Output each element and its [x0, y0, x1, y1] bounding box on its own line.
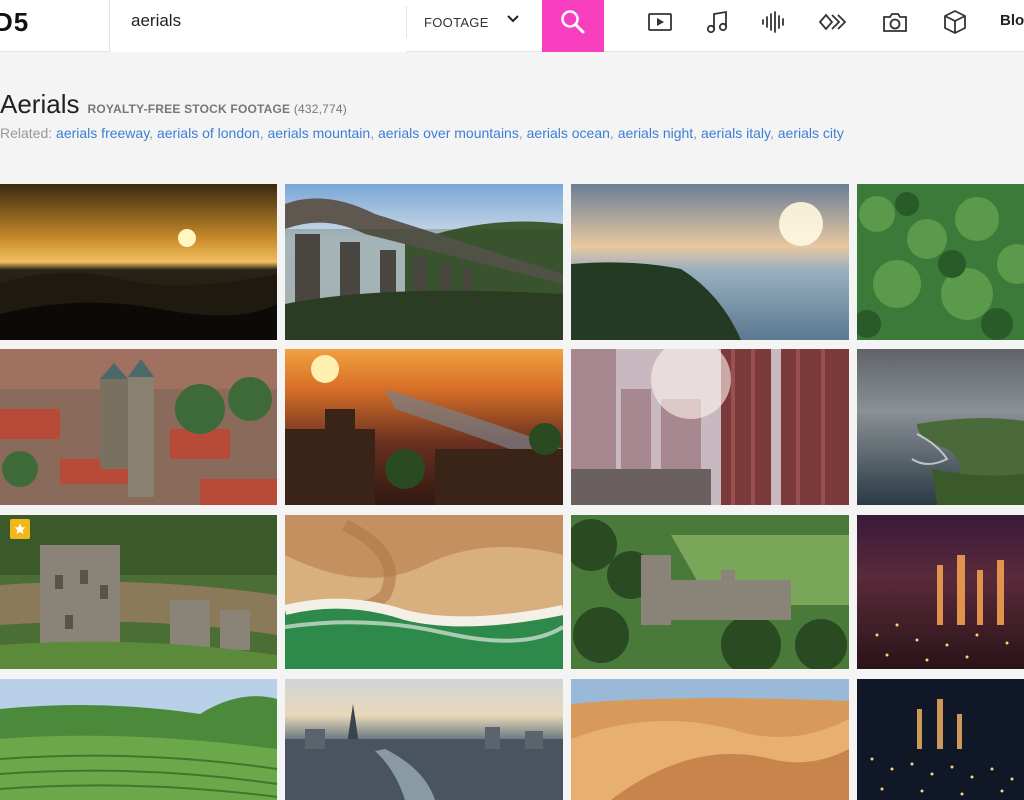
thumbnail-sunset-coast[interactable] [0, 184, 277, 340]
related-searches: Related: aerials freeway, aerials of lon… [0, 125, 844, 141]
video-icon[interactable] [645, 8, 675, 36]
thumbnail-forest[interactable] [857, 184, 1024, 340]
results-heading: Aerials ROYALTY-FREE STOCK FOOTAGE (432,… [0, 89, 347, 120]
thumbnail-castle-ruins[interactable] [0, 515, 277, 669]
related-label: Related: [0, 125, 53, 141]
related-link-4[interactable]: aerials ocean [527, 125, 610, 141]
media-type-dropdown[interactable]: FOOTAGE [407, 0, 542, 44]
related-link-7[interactable]: aerials city [778, 125, 844, 141]
related-link-2[interactable]: aerials mountain [267, 125, 370, 141]
result-count: (432,774) [293, 102, 347, 116]
thumbnail-skyscrapers[interactable] [571, 349, 849, 505]
3d-model-icon[interactable] [940, 8, 970, 36]
thumbnail-beach-waves[interactable] [285, 515, 563, 669]
site-logo[interactable]: D5 [0, 0, 110, 52]
related-link-0[interactable]: aerials freeway [56, 125, 149, 141]
chevron-down-icon [507, 15, 519, 23]
related-link-6[interactable]: aerials italy [701, 125, 770, 141]
star-icon [14, 523, 26, 534]
thumbnail-night-city[interactable] [857, 515, 1024, 669]
thumbnail-london-skyline[interactable] [285, 679, 563, 800]
thumbnail-terraced-hills[interactable] [0, 679, 277, 800]
thumbnail-sea-cliffs[interactable] [571, 184, 849, 340]
related-link-3[interactable]: aerials over mountains [378, 125, 519, 141]
thumbnail-old-town[interactable] [0, 349, 277, 505]
media-type-label: FOOTAGE [424, 14, 489, 30]
premium-badge [10, 519, 30, 539]
motion-graphics-icon[interactable] [818, 8, 848, 36]
search-icon [561, 10, 585, 34]
page-title: Aerials [0, 89, 80, 119]
subtitle-text: ROYALTY-FREE STOCK FOOTAGE [87, 102, 291, 116]
music-icon[interactable] [702, 8, 732, 36]
search-button[interactable] [542, 0, 604, 52]
top-bar: D5 FOOTAGE Blog [0, 0, 1024, 52]
thumbnail-city-sunset[interactable] [285, 349, 563, 505]
related-link-5[interactable]: aerials night [618, 125, 694, 141]
thumbnail-viaduct[interactable] [285, 184, 563, 340]
blog-link[interactable]: Blog [1000, 12, 1024, 29]
page-subtitle: ROYALTY-FREE STOCK FOOTAGE (432,774) [87, 102, 347, 116]
related-link-1[interactable]: aerials of london [157, 125, 260, 141]
photo-icon[interactable] [880, 8, 910, 36]
search-input[interactable] [110, 0, 406, 52]
thumbnail-gothic-college[interactable] [571, 515, 849, 669]
sound-effects-icon[interactable] [758, 8, 788, 36]
thumbnail-misty-coast[interactable] [857, 349, 1024, 505]
thumbnail-desert-dunes[interactable] [571, 679, 849, 800]
thumbnail-night-city-aerial[interactable] [857, 679, 1024, 800]
